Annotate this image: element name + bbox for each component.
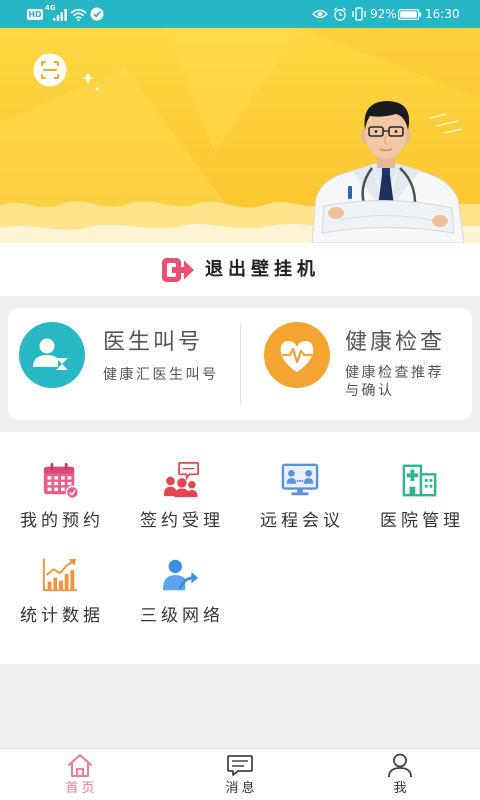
feature-subtitle: 健康检查推荐与确认 <box>345 365 444 399</box>
contract-group-icon <box>163 462 199 498</box>
exit-wall-mount-button[interactable]: 退出壁挂机 <box>0 243 480 296</box>
calendar-icon <box>43 462 79 499</box>
grid-item-label: 我的预约 <box>20 511 104 531</box>
network-referral-icon <box>162 559 199 591</box>
grid-item-my-appointment[interactable]: 我的预约 <box>0 452 120 547</box>
health-check-heart-icon <box>264 322 330 388</box>
feature-section: 医生叫号 健康汇医生叫号 健康检查 健康检查推荐与确认 <box>0 296 480 432</box>
tab-label: 消息 <box>225 781 258 796</box>
feature-card: 医生叫号 健康汇医生叫号 健康检查 健康检查推荐与确认 <box>8 308 472 420</box>
grid-item-contract-acceptance[interactable]: 签约受理 <box>120 452 240 547</box>
battery-icon <box>398 9 422 20</box>
grid-item-statistics[interactable]: 统计数据 <box>0 547 120 642</box>
exit-label: 退出壁挂机 <box>205 259 320 280</box>
home-icon <box>68 754 92 777</box>
feature-subtitle: 健康汇医生叫号 <box>103 367 219 383</box>
scan-icon <box>33 53 67 87</box>
statistics-chart-icon <box>42 558 78 592</box>
grid-item-remote-meeting[interactable]: 远程会议 <box>240 452 360 547</box>
exit-icon <box>162 258 194 282</box>
message-icon <box>227 755 253 776</box>
tab-label: 首页 <box>65 781 98 796</box>
feature-title: 健康检查 <box>345 330 446 355</box>
signal-icon <box>53 9 67 21</box>
grid-item-hospital-management[interactable]: 医院管理 <box>360 452 480 547</box>
eye-icon <box>312 9 328 19</box>
scan-button[interactable] <box>33 53 67 87</box>
grid-item-label: 医院管理 <box>380 511 464 531</box>
tab-messages[interactable]: 消息 <box>160 749 320 800</box>
grid-item-label: 三级网络 <box>140 606 224 626</box>
tab-home[interactable]: 首页 <box>0 749 160 800</box>
function-grid: 我的预约 签约受理 远程会议 医院管理 统计数据 三级网络 <box>0 452 480 642</box>
grid-item-label: 统计数据 <box>20 606 104 626</box>
grid-item-label: 签约受理 <box>140 511 224 531</box>
doctor-call-icon <box>19 322 85 388</box>
notification-icon <box>90 7 104 21</box>
battery-percentage: 92% <box>370 7 397 21</box>
status-bar: HD 4G 92% 16:30 <box>0 0 480 28</box>
doctor-call-feature[interactable]: 医生叫号 健康汇医生叫号 <box>8 308 240 420</box>
wifi-icon <box>70 8 87 21</box>
video-meeting-icon <box>281 463 319 496</box>
function-grid-section: 我的预约 签约受理 远程会议 医院管理 统计数据 三级网络 <box>0 432 480 664</box>
bottom-tab-bar: 首页 消息 我 <box>0 748 480 800</box>
banner-background <box>0 28 480 243</box>
hd-indicator: HD <box>27 9 43 20</box>
hospital-icon <box>402 464 437 497</box>
vibrate-icon <box>352 7 366 21</box>
feature-title: 医生叫号 <box>103 330 204 355</box>
health-check-feature[interactable]: 健康检查 健康检查推荐与确认 <box>241 308 472 420</box>
clock: 16:30 <box>425 7 460 21</box>
alarm-icon <box>333 7 347 21</box>
profile-icon <box>388 753 412 778</box>
grid-item-three-level-network[interactable]: 三级网络 <box>120 547 240 642</box>
hero-banner <box>0 28 480 243</box>
tab-label: 我 <box>393 781 410 796</box>
grid-item-label: 远程会议 <box>260 511 344 531</box>
tab-profile[interactable]: 我 <box>320 749 480 800</box>
